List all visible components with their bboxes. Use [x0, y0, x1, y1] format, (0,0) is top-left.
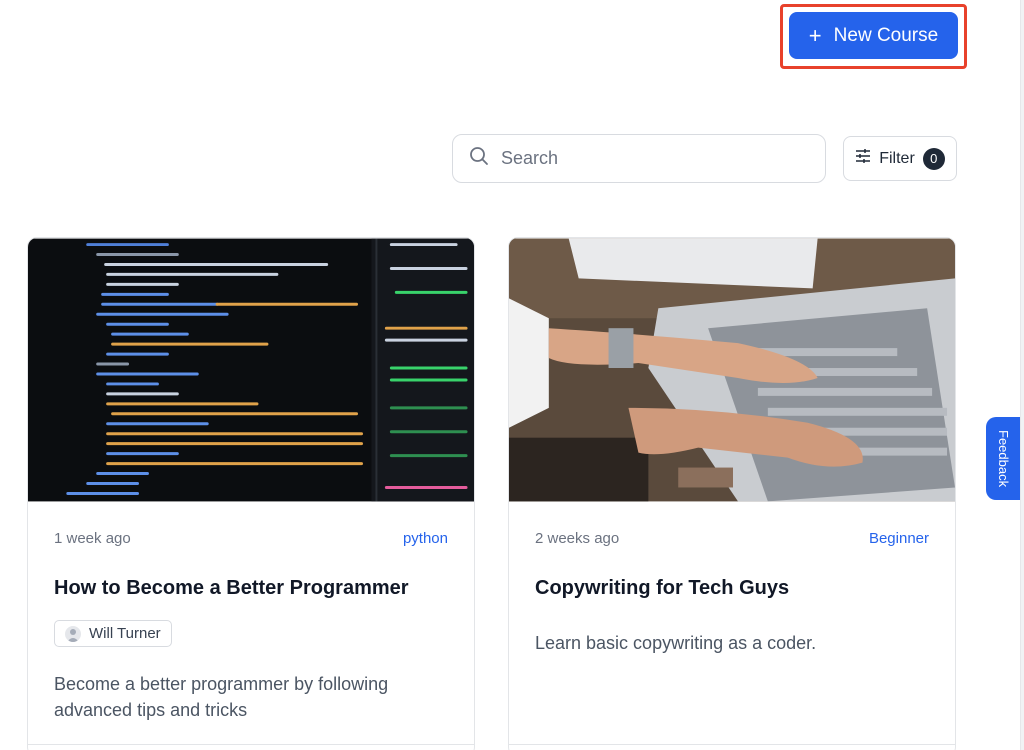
- course-time: 2 weeks ago: [535, 530, 620, 547]
- course-card[interactable]: 2 weeks ago Beginner Copywriting for Tec…: [508, 237, 956, 750]
- new-course-button[interactable]: + New Course: [789, 12, 958, 59]
- new-course-label: New Course: [833, 24, 939, 46]
- sliders-icon: [855, 148, 871, 169]
- card-divider: [28, 744, 474, 745]
- search-box[interactable]: [452, 134, 826, 183]
- filter-count-badge: 0: [922, 147, 945, 170]
- course-time: 1 week ago: [54, 530, 131, 547]
- filter-label: Filter: [879, 149, 915, 167]
- course-title[interactable]: Copywriting for Tech Guys: [535, 577, 929, 600]
- filter-button[interactable]: Filter 0: [843, 136, 957, 181]
- avatar-icon: [65, 625, 81, 642]
- course-card[interactable]: 1 week ago python How to Become a Better…: [27, 237, 475, 750]
- course-tag[interactable]: python: [403, 530, 448, 547]
- feedback-label: Feedback: [996, 429, 1011, 488]
- course-description: Become a better programmer by following …: [54, 674, 389, 720]
- search-icon: [469, 146, 489, 171]
- course-tag[interactable]: Beginner: [869, 530, 929, 547]
- course-title[interactable]: How to Become a Better Programmer: [54, 577, 448, 600]
- card-divider: [509, 744, 955, 745]
- author-chip[interactable]: Will Turner: [54, 620, 172, 647]
- scrollbar[interactable]: [1020, 0, 1024, 750]
- course-thumbnail-code: [28, 238, 474, 502]
- plus-icon: +: [808, 22, 822, 48]
- course-description: Learn basic copywriting as a coder.: [535, 633, 817, 653]
- author-name: Will Turner: [89, 625, 161, 642]
- search-input[interactable]: [501, 148, 801, 169]
- course-thumbnail-laptop: [509, 238, 955, 502]
- courses-page: + New Course Filter 0: [0, 0, 1024, 750]
- feedback-tab[interactable]: Feedback: [986, 417, 1021, 500]
